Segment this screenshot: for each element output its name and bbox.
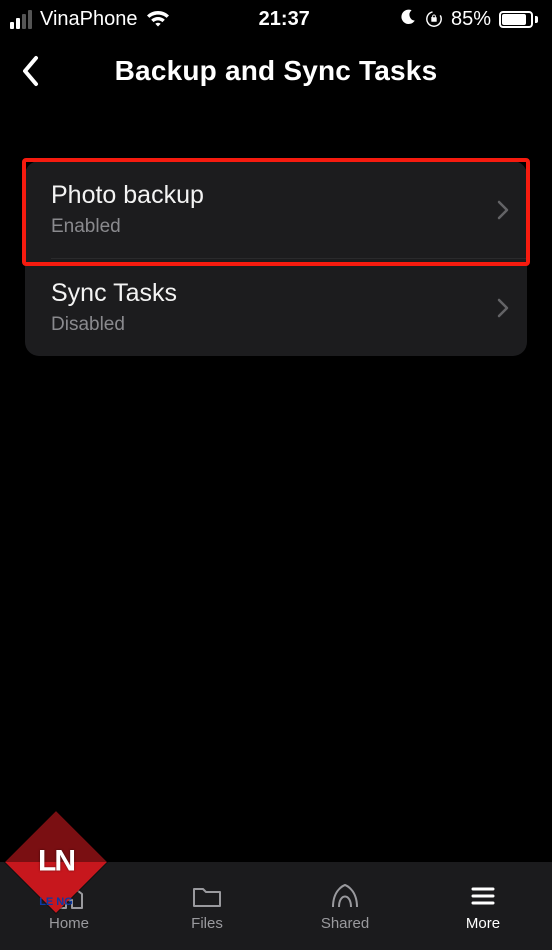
- tab-shared[interactable]: Shared: [276, 862, 414, 950]
- row-subtitle: Disabled: [51, 314, 497, 336]
- battery-percent-label: 85%: [451, 8, 491, 31]
- sync-tasks-row[interactable]: Sync Tasks Disabled: [51, 258, 527, 356]
- folder-icon: [190, 881, 224, 911]
- tab-label: Files: [191, 915, 223, 932]
- status-bar: VinaPhone 21:37 85%: [0, 0, 552, 38]
- status-right: 85%: [399, 8, 538, 31]
- row-texts: Sync Tasks Disabled: [51, 279, 497, 336]
- chevron-right-icon: [497, 298, 509, 318]
- rotation-lock-icon: [425, 10, 443, 28]
- shared-icon: [328, 881, 362, 911]
- photo-backup-row[interactable]: Photo backup Enabled: [25, 161, 527, 258]
- tab-more[interactable]: More: [414, 862, 552, 950]
- row-title: Photo backup: [51, 181, 497, 210]
- content: Photo backup Enabled Sync Tasks Disabled: [0, 104, 552, 356]
- back-button[interactable]: [10, 51, 50, 91]
- wifi-icon: [146, 10, 170, 28]
- battery-fill: [502, 14, 526, 25]
- row-subtitle: Enabled: [51, 216, 497, 238]
- home-icon: [52, 881, 86, 911]
- carrier-label: VinaPhone: [40, 8, 138, 31]
- tab-home[interactable]: Home: [0, 862, 138, 950]
- battery-icon: [499, 11, 538, 28]
- status-left: VinaPhone: [10, 8, 170, 31]
- settings-card: Photo backup Enabled Sync Tasks Disabled: [25, 161, 527, 356]
- chevron-left-icon: [20, 54, 40, 88]
- row-title: Sync Tasks: [51, 279, 497, 308]
- tab-files[interactable]: Files: [138, 862, 276, 950]
- page-title: Backup and Sync Tasks: [0, 55, 552, 87]
- row-texts: Photo backup Enabled: [51, 181, 497, 238]
- cellular-signal-icon: [10, 10, 32, 29]
- tab-label: Home: [49, 915, 89, 932]
- chevron-right-icon: [497, 200, 509, 220]
- nav-header: Backup and Sync Tasks: [0, 38, 552, 104]
- menu-icon: [466, 881, 500, 911]
- clock-label: 21:37: [259, 8, 310, 31]
- do-not-disturb-icon: [399, 8, 417, 31]
- tab-bar: Home Files Shared More: [0, 862, 552, 950]
- tab-label: More: [466, 915, 500, 932]
- tab-label: Shared: [321, 915, 369, 932]
